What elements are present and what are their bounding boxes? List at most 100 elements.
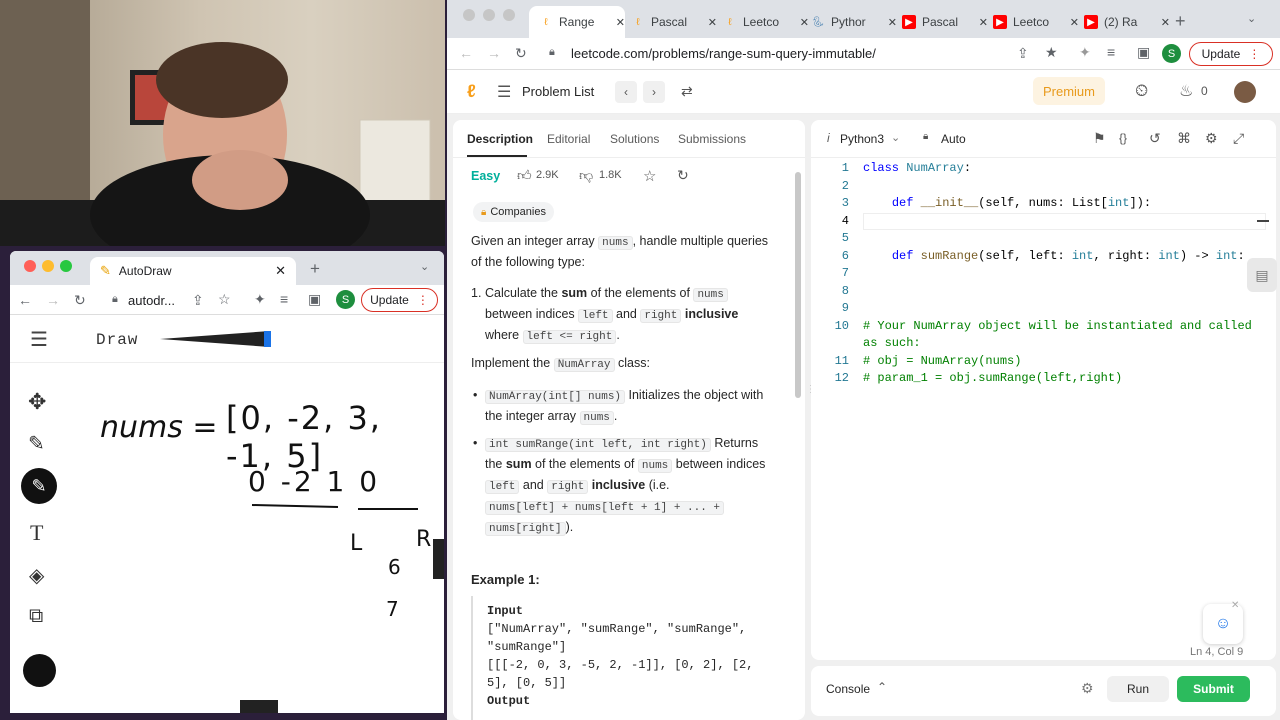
- shuffle-icon[interactable]: ⇄: [681, 83, 693, 100]
- favorite-star-icon[interactable]: ☆: [643, 167, 656, 185]
- next-problem-button[interactable]: ›: [643, 81, 665, 103]
- debug-icon[interactable]: ⚙︎: [1081, 680, 1094, 697]
- text-tool-icon[interactable]: T: [30, 520, 43, 546]
- close-tab-icon[interactable]: ✕: [708, 16, 717, 29]
- braces-icon[interactable]: {}: [1119, 131, 1127, 145]
- chevron-down-icon[interactable]: ⌄: [1247, 14, 1256, 25]
- sidepanel-icon[interactable]: ▣: [308, 292, 321, 306]
- settings-icon[interactable]: ⚙: [1205, 130, 1218, 147]
- reload-icon[interactable]: ↻: [74, 293, 86, 307]
- close-window-icon[interactable]: [463, 9, 475, 21]
- close-window-icon[interactable]: [24, 260, 36, 272]
- thumbs-down-icon[interactable]: 👎︎: [579, 167, 593, 184]
- user-avatar[interactable]: [1234, 81, 1256, 103]
- fill-tool-icon[interactable]: ◈: [29, 563, 44, 588]
- share-icon[interactable]: ⇪: [1017, 46, 1029, 60]
- back-icon[interactable]: ←: [459, 46, 473, 60]
- extensions-icon[interactable]: ✦: [254, 292, 266, 306]
- bottom-handle[interactable]: [240, 700, 278, 713]
- streak-icon[interactable]: ♨: [1179, 81, 1193, 101]
- browser-tab[interactable]: ▶ (2) Ra ✕: [1084, 8, 1170, 36]
- close-feedback-icon[interactable]: ✕: [1231, 600, 1239, 611]
- new-tab-icon[interactable]: +: [310, 260, 320, 277]
- menu-icon[interactable]: ☰: [30, 327, 48, 352]
- maximize-window-icon[interactable]: [503, 9, 515, 21]
- avatar[interactable]: S: [1162, 44, 1181, 63]
- shortcut-icon[interactable]: ⌘: [1177, 130, 1191, 147]
- forward-icon[interactable]: →: [487, 46, 501, 60]
- problem-list-link[interactable]: Problem List: [522, 84, 594, 99]
- scroll-thumb[interactable]: [433, 539, 444, 579]
- avatar[interactable]: S: [336, 290, 355, 309]
- back-icon[interactable]: ←: [18, 293, 32, 307]
- maximize-window-icon[interactable]: [60, 260, 72, 272]
- color-picker-icon[interactable]: [23, 654, 56, 687]
- browser-tab[interactable]: ℓ Leetco ✕: [723, 8, 809, 36]
- close-tab-icon[interactable]: ✕: [1070, 16, 1079, 29]
- leetcode-logo-icon[interactable]: ℓ: [467, 81, 476, 102]
- drawing-canvas[interactable]: nums = [0, -2, 3, -1, 5] 0 -2 1 0 L R 6 …: [60, 365, 432, 700]
- premium-button[interactable]: Premium: [1033, 77, 1105, 105]
- autodraw-tool-icon[interactable]: ✎: [28, 431, 45, 456]
- update-button[interactable]: Update ⋮: [361, 288, 438, 312]
- chevron-down-icon[interactable]: ⌄: [420, 262, 429, 273]
- update-button[interactable]: Update ⋮: [1189, 42, 1273, 66]
- reset-icon[interactable]: ↺: [1149, 130, 1161, 147]
- close-tab-icon[interactable]: ✕: [979, 16, 988, 29]
- fullscreen-icon[interactable]: ⤢: [1233, 130, 1244, 147]
- chevron-up-icon[interactable]: ⌃: [877, 680, 887, 694]
- extensions-icon[interactable]: ✦: [1079, 45, 1091, 59]
- panel-splitter-handle[interactable]: ⋮: [806, 384, 816, 398]
- tab-editorial[interactable]: Editorial: [547, 132, 590, 146]
- run-button[interactable]: Run: [1107, 676, 1169, 702]
- url-text[interactable]: autodr...: [128, 293, 175, 308]
- draw-tool-icon[interactable]: ✎: [21, 468, 57, 504]
- minimize-window-icon[interactable]: [42, 260, 54, 272]
- forward-icon[interactable]: →: [46, 293, 60, 307]
- notes-side-icon[interactable]: ▤: [1247, 258, 1277, 292]
- list-number: 1.: [471, 286, 482, 300]
- reload-icon[interactable]: ↻: [515, 46, 527, 60]
- companies-tag[interactable]: 🔒︎ Companies: [473, 202, 554, 222]
- code-editor[interactable]: 1 class NumArray: 2 3 def __init__(self, …: [811, 160, 1276, 620]
- star-icon[interactable]: ★: [1045, 45, 1058, 59]
- browser-tab[interactable]: ▶ Leetco ✕: [993, 8, 1079, 36]
- tab-autodraw[interactable]: ✎ AutoDraw ✕: [90, 257, 296, 285]
- close-tab-icon[interactable]: ✕: [800, 16, 809, 29]
- new-tab-icon[interactable]: +: [1175, 12, 1186, 30]
- console-toggle[interactable]: Console: [826, 682, 870, 696]
- submit-button[interactable]: Submit: [1177, 676, 1250, 702]
- auto-mode-label[interactable]: Auto: [941, 132, 966, 146]
- media-icon[interactable]: ≡: [280, 292, 288, 306]
- timer-icon[interactable]: ⏲: [1135, 81, 1148, 101]
- prev-problem-button[interactable]: ‹: [615, 81, 637, 103]
- bookmark-icon[interactable]: ⚑: [1093, 130, 1106, 147]
- tab-description[interactable]: Description: [467, 132, 533, 146]
- browser-tab[interactable]: ℓ Range ✕: [539, 8, 625, 36]
- share-icon[interactable]: ⇪: [192, 293, 204, 307]
- description-scrollbar[interactable]: [795, 172, 801, 398]
- close-tab-icon[interactable]: ✕: [616, 16, 625, 29]
- star-icon[interactable]: ☆: [218, 292, 231, 306]
- tab-solutions[interactable]: Solutions: [610, 132, 659, 146]
- language-select[interactable]: Python3: [840, 132, 884, 146]
- browser-tab[interactable]: ▶ Pascal ✕: [902, 8, 988, 36]
- share-link-icon[interactable]: ↻: [677, 167, 689, 184]
- close-tab-icon[interactable]: ✕: [888, 16, 897, 29]
- shape-tool-icon[interactable]: ⧉: [29, 605, 43, 628]
- close-tab-icon[interactable]: ✕: [1161, 16, 1170, 29]
- browser-tab[interactable]: ℓ Pascal ✕: [631, 8, 717, 36]
- tab-submissions[interactable]: Submissions: [678, 132, 746, 146]
- browser-tab[interactable]: 🐍︎ Pythor ✕: [811, 8, 897, 36]
- close-tab-icon[interactable]: ✕: [275, 263, 286, 279]
- thumbs-up-icon[interactable]: 👍︎: [517, 167, 532, 184]
- move-tool-icon[interactable]: ✥: [28, 389, 46, 415]
- sidepanel-icon[interactable]: ▣: [1137, 45, 1150, 59]
- url-text[interactable]: leetcode.com/problems/range-sum-query-im…: [571, 46, 876, 61]
- chevron-down-icon[interactable]: ⌄: [891, 131, 900, 144]
- media-icon[interactable]: ≡: [1107, 45, 1115, 59]
- minimize-window-icon[interactable]: [483, 9, 495, 21]
- list-icon[interactable]: ☰: [497, 82, 511, 102]
- brush-size-slider[interactable]: [160, 331, 272, 347]
- tab-label: Pythor: [831, 15, 866, 29]
